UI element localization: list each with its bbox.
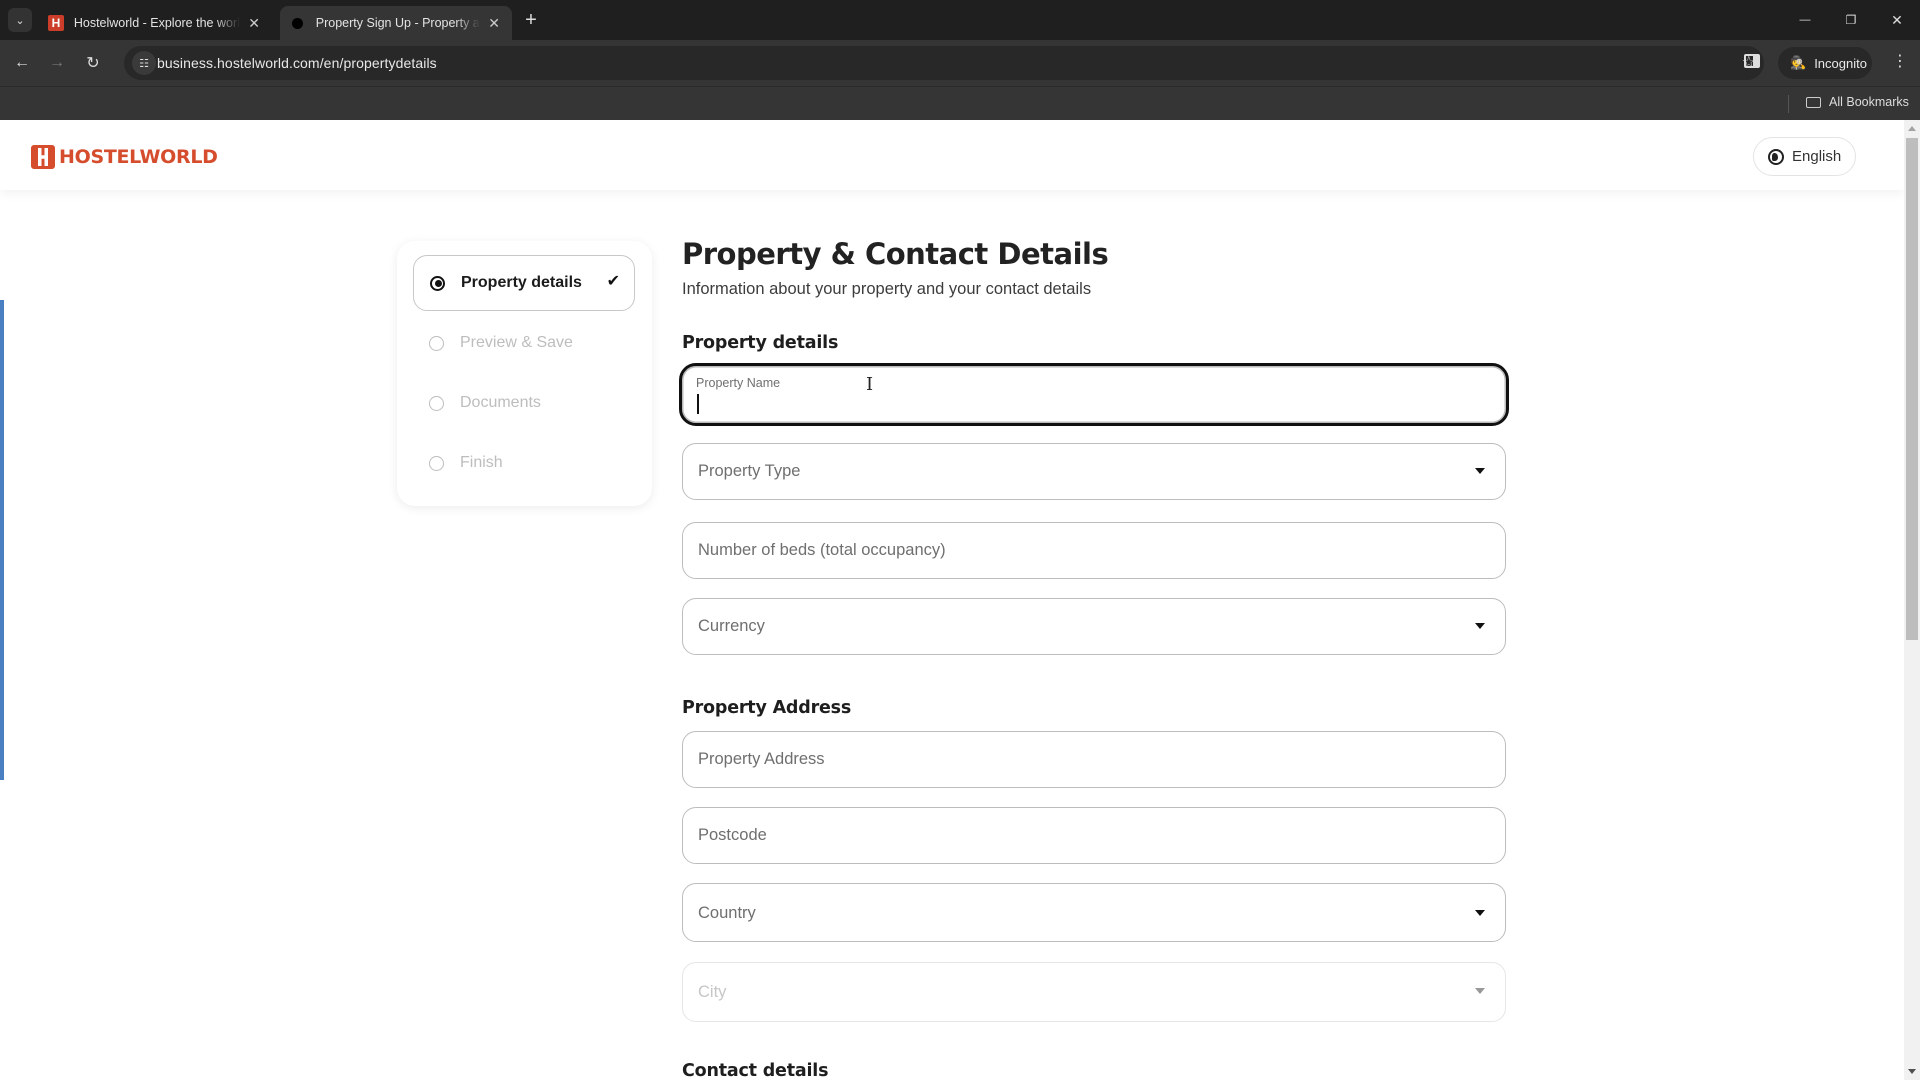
step-label: Property details: [461, 274, 582, 291]
reload-button[interactable]: ↻: [81, 51, 105, 75]
forward-button[interactable]: →: [45, 51, 69, 75]
arrow-left-icon: ←: [14, 54, 30, 71]
restore-icon: ❐: [1845, 13, 1857, 27]
all-bookmarks-button[interactable]: All Bookmarks: [1806, 95, 1909, 109]
country-placeholder: Country: [698, 904, 756, 922]
text-cursor: [697, 394, 699, 414]
close-tab-icon[interactable]: ✕: [486, 15, 502, 32]
property-type-select[interactable]: Property Type: [682, 443, 1506, 500]
tab-title: Property Sign Up - Property and Contact …: [315, 16, 481, 30]
caret-down-icon: [1475, 988, 1485, 994]
hostelworld-logo[interactable]: HOSTELWORLD: [31, 145, 218, 169]
mouse-ibeam-cursor: I: [866, 374, 874, 395]
tab-title: Hostelworld - Explore the world: [73, 16, 241, 30]
page-scrollbar[interactable]: [1904, 120, 1920, 1080]
currency-placeholder: Currency: [698, 617, 765, 635]
tab-search-button[interactable]: ⌄: [8, 8, 32, 32]
city-select[interactable]: City: [682, 962, 1506, 1022]
caret-down-icon: [1475, 623, 1485, 629]
brand-name: HOSTELWORLD: [59, 146, 218, 168]
section-heading-property-address: Property Address: [682, 698, 852, 718]
caret-down-icon: [1475, 910, 1485, 916]
site-info-button[interactable]: ☷: [132, 51, 156, 75]
section-heading-property-details: Property details: [682, 333, 839, 353]
chevron-down-icon: ⌄: [15, 14, 25, 27]
globe-icon: [1768, 148, 1784, 165]
loading-dot-icon: [292, 17, 303, 29]
browser-menu-button[interactable]: ⋮: [1892, 52, 1908, 72]
scroll-up-arrow-icon[interactable]: [1908, 126, 1916, 131]
profile-label: Incognito: [1814, 55, 1867, 71]
step-label: Documents: [460, 394, 541, 411]
property-type-placeholder: Property Type: [698, 462, 801, 480]
bookmarks-bar: All Bookmarks: [0, 86, 1920, 120]
property-name-input[interactable]: Property Name: [679, 363, 1509, 426]
close-tab-icon[interactable]: ✕: [246, 15, 262, 32]
tune-icon: ☷: [139, 57, 149, 70]
side-panel-icon[interactable]: [1744, 54, 1760, 68]
radio-empty-icon: [429, 455, 444, 471]
back-button[interactable]: ←: [10, 51, 34, 75]
language-selector[interactable]: English: [1753, 137, 1856, 176]
restore-button[interactable]: ❐: [1828, 0, 1874, 40]
number-of-beds-input[interactable]: Number of beds (total occupancy): [682, 522, 1506, 579]
scroll-down-arrow-icon[interactable]: [1908, 1069, 1916, 1074]
site-header: HOSTELWORLD English: [0, 120, 1904, 190]
step-label: Finish: [460, 454, 503, 471]
property-address-input[interactable]: Property Address: [682, 731, 1506, 788]
currency-select[interactable]: Currency: [682, 598, 1506, 655]
url-text[interactable]: business.hostelworld.com/en/propertydeta…: [157, 55, 437, 71]
address-bar[interactable]: ☷ business.hostelworld.com/en/propertyde…: [124, 46, 1764, 80]
address-placeholder: Property Address: [698, 750, 825, 768]
browser-tab-strip: ⌄ H Hostelworld - Explore the world ✕ Pr…: [0, 0, 1920, 40]
language-label: English: [1792, 148, 1842, 165]
step-documents[interactable]: Documents: [413, 375, 635, 431]
new-tab-button[interactable]: +: [520, 8, 542, 32]
kebab-menu-icon: ⋮: [1892, 53, 1908, 70]
page-title: Property & Contact Details: [682, 237, 1109, 271]
arrow-right-icon: →: [49, 54, 65, 71]
hostelworld-h-icon: H: [48, 15, 64, 31]
radio-empty-icon: [429, 395, 444, 411]
country-select[interactable]: Country: [682, 883, 1506, 942]
scrollbar-thumb[interactable]: [1906, 138, 1918, 640]
all-bookmarks-label: All Bookmarks: [1829, 95, 1909, 109]
minimize-icon: —: [1799, 14, 1811, 26]
left-accent-bar: [0, 300, 4, 780]
step-finish[interactable]: Finish: [413, 435, 635, 491]
tab-property-sign-up[interactable]: Property Sign Up - Property and Contact …: [280, 6, 512, 40]
close-icon: ✕: [1891, 11, 1903, 28]
radio-empty-icon: [429, 335, 444, 351]
folder-icon: [1806, 96, 1821, 108]
step-label: Preview & Save: [460, 334, 573, 351]
reload-icon: ↻: [86, 55, 100, 72]
beds-placeholder: Number of beds (total occupancy): [698, 541, 946, 559]
radio-selected-icon: [430, 275, 445, 291]
page-viewport: HOSTELWORLD English Property details ✔ P…: [0, 120, 1904, 1080]
incognito-profile-button[interactable]: 🕵 Incognito: [1778, 47, 1872, 79]
checkmark-icon: ✔: [606, 273, 620, 290]
step-property-details[interactable]: Property details ✔: [413, 255, 635, 311]
tab-hostelworld-explore[interactable]: H Hostelworld - Explore the world ✕: [38, 6, 272, 40]
plus-icon: +: [525, 9, 537, 31]
caret-down-icon: [1475, 468, 1485, 474]
property-name-label: Property Name: [696, 376, 781, 390]
signup-steps: Property details ✔ Preview & Save Docume…: [397, 241, 652, 506]
incognito-icon: 🕵: [1790, 55, 1807, 70]
section-heading-contact-details: Contact details: [682, 1061, 829, 1080]
postcode-placeholder: Postcode: [698, 826, 767, 844]
postcode-input[interactable]: Postcode: [682, 807, 1506, 864]
close-window-button[interactable]: ✕: [1874, 0, 1920, 40]
hostelworld-h-icon: [31, 145, 55, 169]
page-subtitle: Information about your property and your…: [682, 280, 1092, 298]
browser-toolbar: ← → ↻ ☷ business.hostelworld.com/en/prop…: [0, 40, 1920, 86]
minimize-button[interactable]: —: [1782, 0, 1828, 40]
step-preview-save[interactable]: Preview & Save: [413, 315, 635, 371]
bookmarks-divider: [1788, 95, 1789, 113]
city-placeholder: City: [698, 983, 727, 1001]
